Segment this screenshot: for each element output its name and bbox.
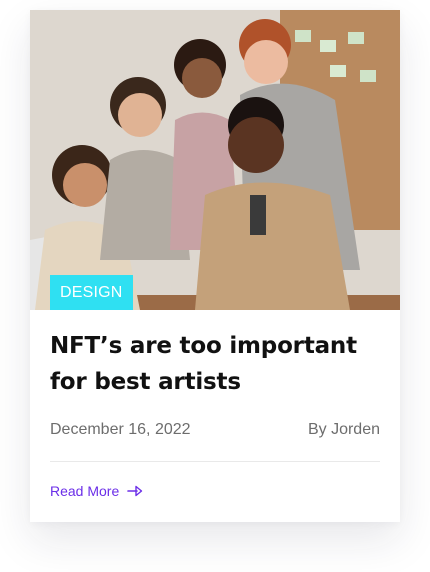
post-date: December 16, 2022	[50, 421, 191, 438]
category-badge[interactable]: DESIGN	[50, 275, 133, 310]
card-body: NFT’s are too important for best artists…	[50, 328, 380, 499]
arrow-right-icon	[127, 485, 143, 497]
read-more-label: Read More	[50, 483, 120, 499]
blog-card: DESIGN NFT’s are too important for best …	[30, 10, 400, 522]
divider	[50, 461, 380, 462]
people-photo	[30, 10, 400, 310]
post-meta: December 16, 2022 By Jorden	[50, 421, 380, 439]
post-title[interactable]: NFT’s are too important for best artists	[50, 328, 380, 400]
post-author[interactable]: By Jorden	[308, 421, 380, 439]
post-image[interactable]	[30, 10, 400, 310]
read-more-link[interactable]: Read More	[50, 483, 143, 499]
